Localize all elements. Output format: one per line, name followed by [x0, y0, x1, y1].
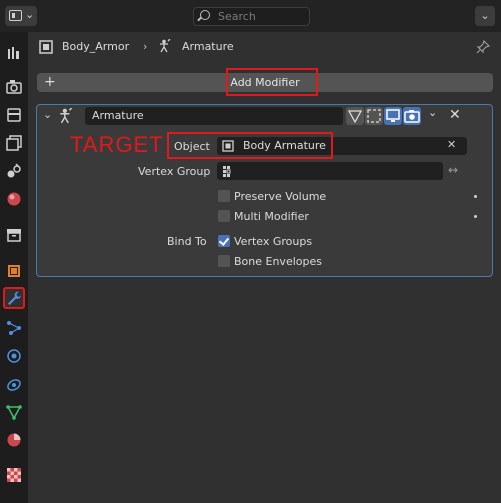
- wrench-icon: [8, 291, 21, 305]
- vertex-groups-checkbox[interactable]: [218, 235, 230, 247]
- tab-tool[interactable]: [3, 42, 25, 64]
- mesh-data-icon: [6, 405, 22, 420]
- tab-render[interactable]: [3, 76, 25, 98]
- camera-icon: [404, 110, 420, 123]
- keyframe-dot-icon[interactable]: [474, 195, 477, 198]
- collapse-chevron-icon[interactable]: ⌄: [43, 108, 52, 121]
- tab-output[interactable]: [3, 104, 25, 126]
- edit-mode-icon: [347, 110, 363, 124]
- chevron-down-icon: ⌄: [25, 8, 35, 21]
- vertex-group-field[interactable]: [217, 162, 443, 180]
- chevron-down-icon: ⌄: [428, 106, 438, 119]
- output-icon: [7, 108, 21, 122]
- collection-icon: [7, 229, 21, 242]
- scene-icon: [7, 163, 21, 178]
- tab-texture[interactable]: [3, 464, 25, 486]
- vertex-groups-label: Vertex Groups: [234, 235, 313, 248]
- constraints-icon: [7, 379, 21, 391]
- object-data-icon: [39, 40, 53, 54]
- texture-icon: [7, 468, 21, 482]
- tab-modifiers[interactable]: [3, 287, 25, 309]
- breadcrumb-modifier: Armature: [182, 40, 234, 53]
- clear-icon[interactable]: ✕: [447, 138, 456, 151]
- tab-material[interactable]: [3, 429, 25, 451]
- physics-icon: [7, 349, 21, 363]
- breadcrumb-chevron-icon: ›: [143, 40, 148, 53]
- bone-envelopes-label: Bone Envelopes: [234, 255, 322, 268]
- editor-type-button[interactable]: ⌄: [5, 6, 37, 26]
- armature-icon: [160, 39, 171, 53]
- edit-mode-toggle[interactable]: [346, 107, 364, 125]
- tab-constraints[interactable]: [3, 373, 25, 395]
- invert-arrows-icon[interactable]: ↔: [448, 163, 458, 177]
- multi-modifier-checkbox[interactable]: [218, 210, 230, 222]
- target-annotation: TARGET: [70, 132, 164, 157]
- remove-modifier-icon[interactable]: ✕: [449, 107, 461, 123]
- preserve-volume-label: Preserve Volume: [234, 190, 327, 203]
- particles-icon: [7, 321, 21, 335]
- tool-icon: [8, 47, 19, 59]
- tab-particles[interactable]: [3, 317, 25, 339]
- multi-modifier-label: Multi Modifier: [234, 210, 309, 223]
- modifier-name-field[interactable]: Armature: [85, 107, 343, 125]
- monitor-icon: [386, 109, 400, 122]
- tab-scene[interactable]: [3, 160, 25, 182]
- tab-view-layer[interactable]: [3, 132, 25, 154]
- world-icon: [7, 192, 21, 206]
- vertex-group-label: Vertex Group: [138, 165, 211, 178]
- render-icon: [6, 80, 22, 94]
- search-placeholder: Search: [218, 10, 256, 23]
- properties-editor-icon: [9, 10, 22, 21]
- cage-icon: [367, 109, 381, 123]
- preserve-volume-checkbox[interactable]: [218, 190, 230, 202]
- object-icon: [8, 265, 20, 277]
- breadcrumb-object: Body_Armor: [62, 40, 130, 53]
- search-icon: [200, 10, 210, 20]
- modifier-name: Armature: [92, 109, 144, 122]
- options-chevron-button[interactable]: ⌄: [475, 6, 495, 26]
- cage-toggle[interactable]: [365, 107, 383, 125]
- render-toggle[interactable]: [403, 107, 421, 125]
- tab-world[interactable]: [3, 188, 25, 210]
- tab-data[interactable]: [3, 401, 25, 423]
- view-layer-icon: [6, 135, 22, 151]
- bone-envelopes-checkbox[interactable]: [218, 255, 230, 267]
- highlight-add-modifier: [226, 68, 318, 96]
- viewport-toggle[interactable]: [384, 107, 402, 125]
- tab-object[interactable]: [3, 260, 25, 282]
- tab-physics[interactable]: [3, 345, 25, 367]
- pin-icon[interactable]: [476, 40, 490, 54]
- properties-tab-bar: [0, 32, 28, 503]
- bind-to-label: Bind To: [167, 235, 207, 248]
- search-input[interactable]: Search: [193, 7, 310, 26]
- material-icon: [7, 433, 21, 447]
- armature-modifier-icon: [60, 108, 73, 124]
- keyframe-dot-icon[interactable]: [474, 215, 477, 218]
- vertex-group-icon: [223, 166, 231, 177]
- modifier-menu-button[interactable]: ⌄: [424, 106, 442, 125]
- tab-collection[interactable]: [3, 224, 25, 246]
- highlight-object-field: [167, 132, 333, 159]
- properties-header: ⌄ Search ⌄: [0, 0, 501, 32]
